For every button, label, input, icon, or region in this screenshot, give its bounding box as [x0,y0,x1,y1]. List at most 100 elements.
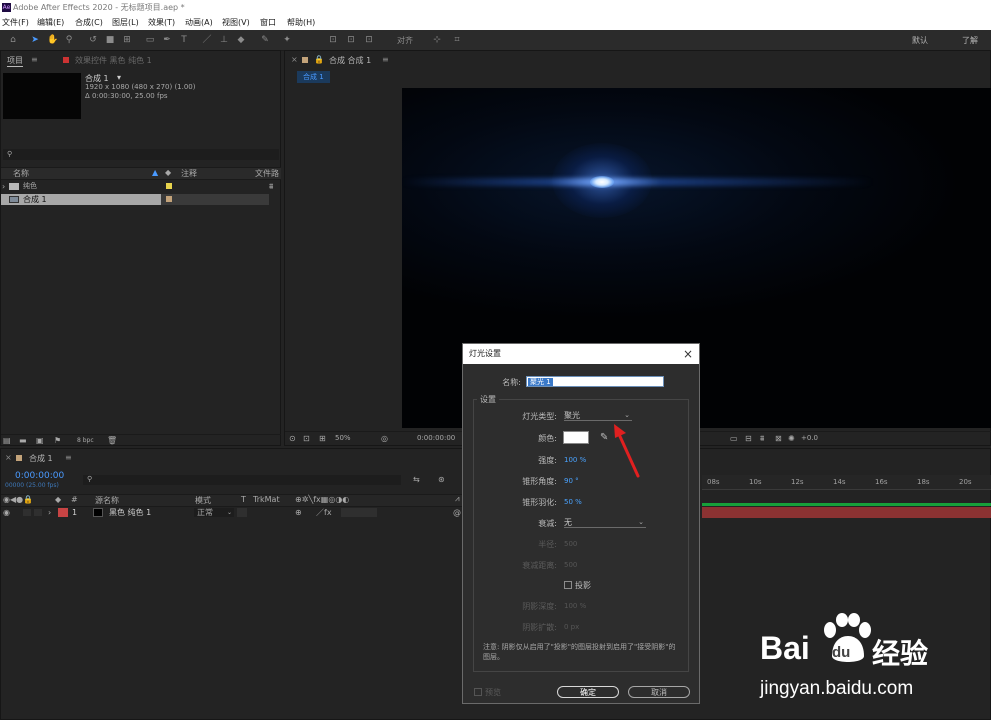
eyedropper-icon[interactable]: ✎ [600,432,608,443]
hamburger-icon[interactable]: ≡ [31,55,38,64]
home-icon[interactable]: ⌂ [8,35,18,45]
project-item-folder[interactable]: › 纯色 ⩩ [1,181,281,192]
layer-switches[interactable] [341,508,377,517]
roto-brush-icon[interactable]: ✎ [260,35,270,45]
view-axis-icon[interactable]: ⊡ [364,35,374,45]
cone-feather-value[interactable]: 50 % [564,498,582,506]
brush-tool-icon[interactable]: ／ [202,35,212,45]
tab-composition[interactable]: 合成 合成 1 [329,55,371,66]
comp-breadcrumb[interactable]: 合成 1 [297,71,330,83]
solo-switch[interactable] [34,509,42,516]
column-comment[interactable]: 注释 [181,168,197,179]
pen-tool-icon[interactable]: ✒ [162,35,172,45]
label-color-yellow[interactable] [166,183,172,189]
light-color-swatch[interactable] [563,431,589,444]
rotate-tool-icon[interactable]: ↺ [88,35,98,45]
cast-shadows-checkbox[interactable] [564,581,572,589]
grid-icon[interactable]: ⊞ [319,434,326,443]
camera-snapshot-icon[interactable]: ◎ [381,434,388,443]
snap-icon[interactable]: ⊹ [432,35,442,45]
layer-label-color[interactable] [58,508,68,517]
eraser-tool-icon[interactable]: ◆ [236,35,246,45]
menu-effect[interactable]: 效果(T) [148,16,175,30]
current-time[interactable]: 0:00:00:00 [417,434,455,442]
layer-name[interactable]: 黑色 纯色 1 [109,507,151,518]
workspace-learn[interactable]: 了解 [962,35,978,46]
close-icon[interactable]: × [683,344,693,364]
column-trkmat[interactable]: TrkMat [253,495,280,504]
clone-tool-icon[interactable]: ⊥ [219,35,229,45]
hand-tool-icon[interactable]: ✋ [47,35,58,45]
snap-edges-icon[interactable]: ⌗ [452,35,462,45]
fast-previews-icon[interactable]: ▭ [730,434,738,443]
shy-icon[interactable]: ⊕ [295,507,302,518]
menu-window[interactable]: 窗口 [260,16,276,30]
cone-angle-value[interactable]: 90 ° [564,477,579,485]
eye-icon[interactable]: ◉ [3,507,10,518]
label-column-icon[interactable]: ◆ [55,495,61,504]
time-ruler[interactable]: 08s 10s 12s 14s 16s 18s 20s [702,475,991,490]
tab-project[interactable]: 项目 [7,55,23,67]
ok-button[interactable]: 确定 [557,686,619,698]
light-name-input[interactable]: 聚光 1 [526,376,664,387]
exposure-value[interactable]: +0.0 [801,434,818,442]
menu-layer[interactable]: 图层(L) [112,16,139,30]
camera-tool-icon[interactable]: ■ [105,35,115,45]
menu-animation[interactable]: 动画(A) [185,16,213,30]
hamburger-icon[interactable]: ≡ [382,55,389,64]
type-tool-icon[interactable]: T [179,35,189,45]
audio-switch[interactable] [23,509,31,516]
label-column-icon[interactable]: ◆ [165,168,171,177]
column-file-path[interactable]: 文件路 [255,168,279,179]
light-type-select[interactable]: 聚光 ⌄ [564,410,632,421]
flowchart-icon[interactable]: ⩩ [269,181,273,192]
timeline-icon[interactable]: ⊟ [745,434,752,443]
zoom-tool-icon[interactable]: ⚲ [64,35,74,45]
falloff-select[interactable]: 无 ⌄ [564,517,646,528]
column-source-name[interactable]: 源名称 [95,495,119,506]
column-mode[interactable]: 模式 [195,495,211,506]
menu-edit[interactable]: 编辑(E) [37,16,64,30]
close-icon[interactable]: × [291,55,298,64]
intensity-value[interactable]: 100 % [564,456,586,464]
selection-tool-icon[interactable]: ➤ [30,35,40,45]
project-item-comp[interactable]: 合成 1 [1,194,269,205]
work-area-bar[interactable] [702,503,991,506]
column-name[interactable]: 名称 [13,168,29,179]
lock-icon[interactable]: 🔒 [314,55,324,64]
settings-flag-icon[interactable]: ⚑ [54,436,61,445]
preview-checkbox[interactable] [474,688,482,696]
reset-exposure-icon[interactable]: ⊠ [775,434,782,443]
quality-icon[interactable]: ／fx [316,507,332,518]
close-icon[interactable]: × [5,453,12,462]
project-search-input[interactable]: ⚲ [3,149,279,160]
puppet-tool-icon[interactable]: ✦ [282,35,292,45]
timeline-timecode[interactable]: 0:00:00:00 [15,471,64,481]
shape-tool-icon[interactable]: ▭ [145,35,155,45]
world-axis-icon[interactable]: ⊡ [346,35,356,45]
blend-mode-select[interactable]: 正常 ⌄ [194,508,234,517]
parent-pickwhip-icon[interactable]: @ [453,507,461,518]
timeline-layer-row[interactable]: ◉ › 1 黑色 纯色 1 正常 ⌄ ⊕ ／fx @ [1,507,464,518]
menu-help[interactable]: 帮助(H) [287,16,315,30]
layer-duration-bar[interactable] [702,507,991,518]
interpret-footage-icon[interactable]: ▤ [3,436,11,445]
new-folder-icon[interactable]: ▬ [19,436,27,445]
tab-effect-controls[interactable]: 效果控件 黑色 纯色 1 [75,55,152,66]
cancel-button[interactable]: 取消 [628,686,690,698]
preview-icon[interactable]: ⊡ [303,434,310,443]
comp-mini-flowchart-icon[interactable]: ⇆ [413,475,420,484]
flowchart-icon[interactable]: ⩩ [760,434,764,444]
zoom-level[interactable]: 50% [335,434,351,442]
timeline-search-input[interactable]: ⚲ [83,475,401,485]
tab-timeline-comp[interactable]: 合成 1 [29,453,53,464]
sort-ascending-icon[interactable]: ▲ [152,168,158,177]
expand-arrow-icon[interactable]: › [48,507,51,518]
magnification-icon[interactable]: ⊙ [289,434,296,443]
workspace-default[interactable]: 默认 [912,35,928,46]
expand-arrow-icon[interactable]: › [2,181,5,192]
pan-behind-tool-icon[interactable]: ⊞ [122,35,132,45]
new-comp-icon[interactable]: ▣ [36,436,44,445]
menu-view[interactable]: 视图(V) [222,16,250,30]
menu-composition[interactable]: 合成(C) [75,16,103,30]
